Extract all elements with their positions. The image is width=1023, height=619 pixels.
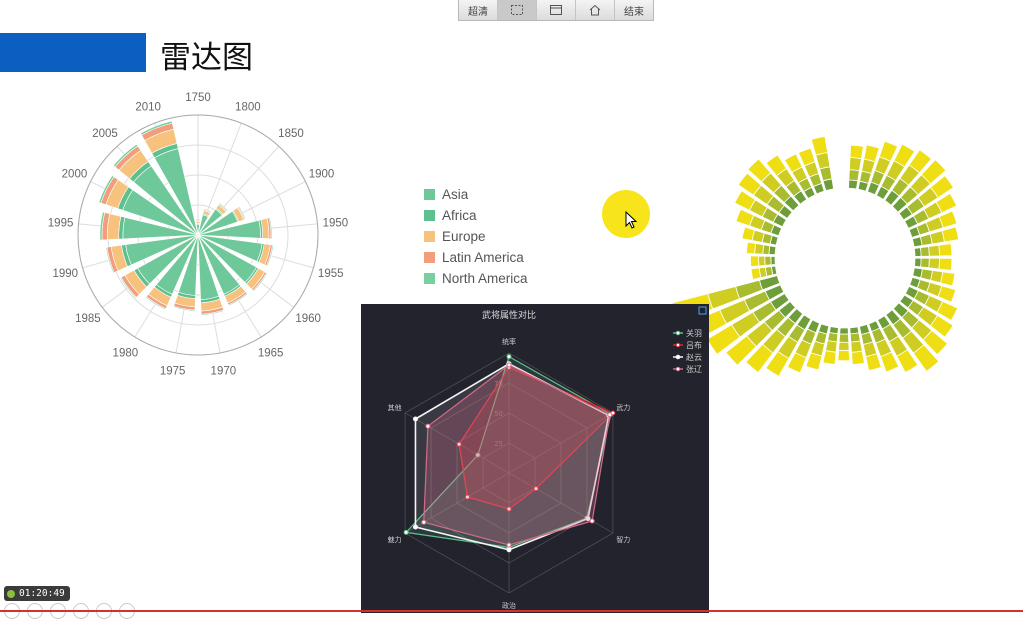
radar-point	[589, 518, 595, 524]
radar-point	[506, 354, 512, 360]
radial-bar-segment	[837, 349, 850, 362]
radar-point	[506, 547, 512, 553]
radar-indicator-label: 武力	[616, 403, 630, 412]
radial-bar-segment	[863, 144, 880, 163]
radar-point	[421, 519, 427, 525]
radial-bar-segment	[851, 350, 865, 366]
bottom-progress-line	[0, 610, 1023, 612]
radial-bar-segment	[928, 257, 941, 270]
radar-legend-marker	[675, 366, 681, 372]
radar-point	[425, 423, 431, 429]
radar-point	[412, 524, 418, 530]
radar-point	[412, 416, 418, 422]
radar-indicator-label: 魅力	[388, 535, 402, 544]
radial-bar-segment	[938, 243, 953, 257]
radial-bar-segment	[940, 271, 956, 287]
radial-bar-segment	[770, 255, 776, 266]
radar-chart-panel: 武将属性对比 统率武力智力政治魅力其他755025关羽吕布赵云张辽	[361, 304, 709, 613]
radial-bar-segment	[920, 257, 930, 269]
radial-bar-segment	[805, 352, 823, 371]
radial-bar-segment	[838, 341, 850, 351]
radial-bar-segment	[928, 244, 940, 257]
radial-bar-segment	[848, 179, 859, 190]
radial-bar-segment	[750, 255, 760, 268]
radar-chart: 武将属性对比 统率武力智力政治魅力其他755025关羽吕布赵云张辽	[388, 306, 707, 610]
radar-point	[506, 362, 512, 368]
radar-legend-label[interactable]: 吕布	[686, 340, 702, 350]
radar-chart-title: 武将属性对比	[482, 309, 536, 321]
radial-bar-segment	[750, 267, 762, 281]
radar-indicator-label: 智力	[616, 535, 630, 544]
radar-indicator-label: 其他	[388, 403, 402, 412]
radial-bar-segment	[822, 350, 837, 365]
radial-bar-segment	[937, 285, 957, 303]
radial-bar-segment	[848, 169, 860, 182]
radar-legend-marker	[675, 354, 681, 360]
radar-indicator-label: 政治	[502, 601, 516, 610]
radial-bar-segment	[920, 246, 930, 257]
radial-bar-segment	[839, 327, 849, 335]
radial-bar-segment	[914, 257, 922, 268]
radial-bar-segment	[850, 340, 863, 353]
radial-bar-segment	[754, 243, 765, 255]
mouse-pointer-icon	[625, 211, 638, 229]
timer-text: 01:20:49	[19, 588, 65, 599]
expand-icon[interactable]	[698, 306, 707, 315]
radial-bar-segment	[838, 333, 850, 343]
radar-indicator-label: 统率	[502, 337, 516, 346]
radial-bar-segment	[913, 247, 922, 257]
radar-legend-label[interactable]: 张辽	[686, 365, 702, 374]
radar-legend-marker	[675, 330, 681, 336]
radial-bar-segment	[758, 255, 766, 267]
radar-legend-label[interactable]: 赵云	[686, 352, 702, 362]
radar-legend-label[interactable]: 关羽	[686, 328, 702, 338]
radar-point	[506, 542, 512, 548]
radial-bar-segment	[938, 257, 953, 271]
radial-bar-segment	[741, 226, 756, 242]
radial-bar-segment	[764, 255, 772, 266]
radial-bar-segment	[810, 135, 829, 156]
radial-bar-segment	[849, 144, 864, 160]
radial-bar-segment	[825, 340, 838, 353]
radial-bar-segment	[941, 226, 960, 243]
radar-legend-marker	[675, 342, 681, 348]
recording-dot-icon	[7, 589, 15, 598]
radar-series-polygon	[423, 364, 611, 546]
radial-bar-segment	[865, 353, 882, 372]
radar-point	[403, 529, 409, 535]
radial-bar-segment	[849, 156, 862, 172]
radar-point	[607, 412, 613, 418]
radial-bar-segment	[849, 332, 861, 343]
video-timer: 01:20:49	[4, 586, 70, 601]
radial-bar-segment	[745, 241, 757, 255]
